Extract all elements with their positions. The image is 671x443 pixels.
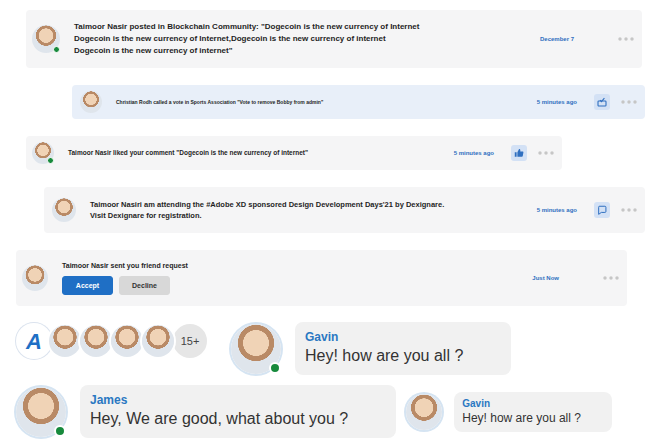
online-dot [47, 157, 54, 164]
notification-time: December 7 [540, 35, 574, 44]
sender-name[interactable]: Gavin [462, 397, 588, 410]
chat-row: A15+ GavinHey! how are you all ? [16, 322, 671, 375]
notification-text: Dogecoin is the new currency of Internet… [74, 33, 540, 45]
avatar-photo [142, 325, 174, 357]
notification-body: Christian Rodh called a vote in Sports A… [116, 98, 537, 106]
vote-icon[interactable] [594, 94, 610, 110]
notification-text: Visit Dexignare for registration. [90, 210, 537, 221]
user-avatar[interactable] [22, 265, 48, 291]
sender-name[interactable]: James [90, 393, 348, 408]
notification-text: Taimoor Nasiri am attending the #Adobe X… [90, 199, 537, 210]
avatar-photo [22, 265, 48, 291]
chat-message: JamesHey, We are good, what about you ? [16, 385, 396, 438]
notification-body: Taimoor Nasiri am attending the #Adobe X… [90, 199, 537, 221]
avatar-photo [80, 91, 102, 113]
notification-text: Taimoor Nasir liked your comment "Dogeco… [68, 148, 454, 158]
user-avatar[interactable] [406, 394, 442, 430]
more-icon[interactable] [603, 276, 619, 280]
more-icon[interactable] [621, 208, 637, 212]
notification-card[interactable]: Taimoor Nasir sent you friend request Acc… [16, 250, 627, 306]
notification-time: 5 minutes ago [537, 206, 577, 215]
notification-body: Taimoor Nasir liked your comment "Dogeco… [68, 148, 454, 158]
more-icon[interactable] [621, 100, 637, 104]
notification-text: Dogecoin is the new currency of internet… [74, 45, 540, 57]
activity-page: Taimoor Nasir posted in Blockchain Commu… [0, 10, 671, 438]
more-members[interactable]: 15+ [171, 322, 209, 360]
icon-slot [576, 270, 592, 286]
user-avatar[interactable] [80, 91, 102, 113]
notification-text: Taimoor Nasir posted in Blockchain Commu… [74, 21, 540, 33]
notification-card[interactable]: Taimoor Nasiri am attending the #Adobe X… [44, 187, 645, 233]
online-dot [269, 362, 281, 374]
chat-row: JamesHey, We are good, what about you ? G… [16, 385, 671, 438]
like-icon[interactable] [511, 145, 527, 161]
notification-body: Taimoor Nasir sent you friend request Acc… [62, 261, 532, 295]
notification-text: Taimoor Nasir sent you friend request [62, 261, 532, 271]
member-group: A15+ [16, 322, 209, 360]
notification-card[interactable]: Christian Rodh called a vote in Sports A… [72, 85, 645, 119]
user-avatar[interactable] [32, 142, 54, 164]
notification-body: Taimoor Nasir posted in Blockchain Commu… [74, 21, 540, 57]
notification-card[interactable]: Taimoor Nasir posted in Blockchain Commu… [26, 10, 642, 68]
notification-time: 5 minutes ago [537, 98, 577, 107]
message-text: Hey! how are you all ? [305, 345, 463, 367]
user-avatar[interactable] [52, 198, 76, 222]
message-text: Hey! how are you all ? [462, 410, 588, 427]
notification-text: Christian Rodh called a vote in Sports A… [116, 98, 537, 106]
message-bubble: GavinHey! how are you all ? [295, 322, 511, 375]
notification-time: 5 minutes ago [454, 149, 494, 158]
accept-button[interactable]: Accept [62, 276, 113, 295]
request-actions: Accept Decline [62, 276, 532, 295]
event-icon[interactable] [594, 202, 610, 218]
user-avatar[interactable] [32, 25, 60, 53]
notification-card[interactable]: Taimoor Nasir liked your comment "Dogeco… [26, 136, 562, 170]
user-avatar[interactable] [231, 324, 281, 374]
message-bubble: JamesHey, We are good, what about you ? [80, 385, 396, 438]
avatar-photo [111, 325, 143, 357]
sender-name[interactable]: Gavin [305, 330, 463, 345]
more-icon[interactable] [618, 37, 634, 41]
avatar-photo [80, 325, 112, 357]
chat-message: GavinHey! how are you all ? [406, 392, 612, 432]
chat-message: GavinHey! how are you all ? [231, 322, 511, 375]
avatar-photo [406, 394, 442, 430]
decline-button[interactable]: Decline [119, 276, 170, 295]
message-text: Hey, We are good, what about you ? [90, 408, 348, 430]
icon-slot [591, 31, 607, 47]
avatar-photo [52, 198, 76, 222]
member-avatar[interactable] [140, 323, 176, 359]
more-icon[interactable] [538, 151, 554, 155]
message-bubble: GavinHey! how are you all ? [454, 392, 612, 432]
online-dot [53, 46, 60, 53]
avatar-photo [49, 325, 81, 357]
user-avatar[interactable] [16, 387, 66, 437]
notification-time: Just Now [532, 274, 559, 283]
online-dot [54, 425, 66, 437]
